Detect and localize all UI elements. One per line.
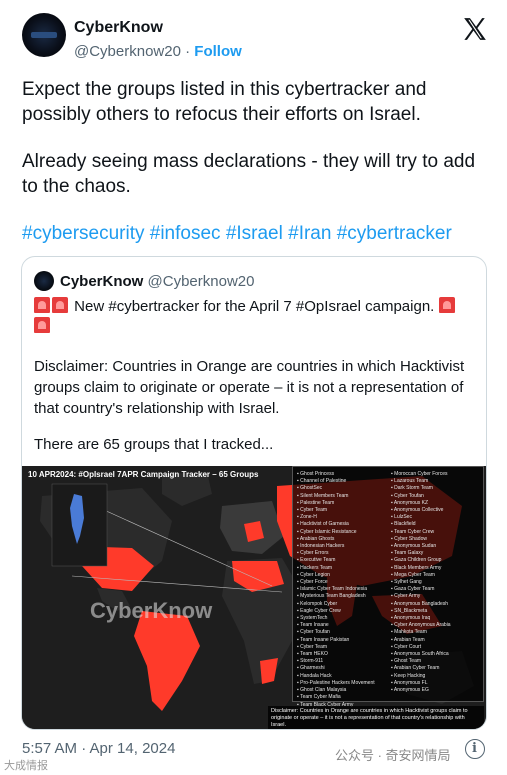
quoted-author-line: CyberKnow @Cyberknow20	[60, 273, 254, 290]
author-avatar[interactable]	[22, 13, 66, 57]
legend-group-item: ▪ Channel of Palestine	[297, 478, 347, 485]
legend-group-item: ▪ Arabian Team	[391, 636, 425, 643]
legend-group-item: ▪ Executive Team	[297, 557, 336, 564]
groups-legend: ▪ Ghost Princess ▪ Channel of Palestine ▪ …	[292, 466, 484, 708]
legend-group-item: ▪ Team Insane Pakistan	[297, 636, 350, 643]
legend-group-item: ▪ Cyber Shadow	[391, 535, 427, 542]
siren-icon	[438, 297, 455, 313]
legend-group-item: ▪ Storm-911	[297, 658, 324, 665]
quoted-disclaimer: Disclaimer: Countries in Orange are coun…	[34, 358, 465, 417]
legend-group-item: ▪ Team Cyber Crew	[391, 528, 435, 535]
quoted-tracked-count: There are 65 groups that I tracked...	[34, 436, 274, 453]
siren-icon	[34, 297, 50, 313]
legend-group-item: ▪ Ghost Princess	[297, 471, 335, 477]
legend-group-item: ▪ Arabian Cyber Team	[391, 665, 440, 672]
follow-button[interactable]: Follow	[194, 43, 242, 60]
legend-group-item: ▪ Dark Storm Team	[391, 485, 433, 492]
legend-group-item: ▪ LulzSec	[391, 514, 412, 521]
legend-group-item: ▪ Moroccan Cyber Forces	[391, 471, 448, 477]
info-icon[interactable]	[465, 739, 485, 759]
legend-group-item: ▪ Cyber Team	[297, 643, 328, 650]
quoted-tweet-card[interactable]: CyberKnow @Cyberknow20 New #cybertracker…	[21, 256, 487, 730]
legend-group-item: ▪ Hacktivist of Garnesia	[297, 521, 349, 528]
legend-group-item: ▪ Zone-H	[297, 514, 317, 521]
legend-group-item: ▪ Cyber Force	[297, 579, 328, 586]
legend-group-item: ▪ SystemTech	[297, 615, 328, 622]
legend-group-item: ▪ Indonesian Hackers	[297, 543, 345, 550]
legend-group-item: ▪ Black Members Army	[391, 564, 442, 571]
legend-group-item: ▪ Team Galaxy	[391, 550, 424, 557]
legend-group-item: ▪ Gaza Children Group	[391, 557, 442, 564]
legend-group-item: ▪ Cyber Army	[391, 593, 421, 600]
legend-group-item: ▪ Gaza Cyber Team	[391, 586, 435, 593]
legend-group-item: ▪ Blackfield	[391, 521, 416, 528]
legend-group-item: ▪ Cyber Islamic Resistance	[297, 528, 357, 535]
legend-group-item: ▪ Hackers Team	[297, 564, 333, 571]
legend-group-item: ▪ Gharmeshi	[297, 665, 325, 672]
legend-group-item: ▪ Anonymous Iraq	[391, 615, 431, 622]
legend-group-item: ▪ Ghost Clan Malaysia	[297, 687, 347, 694]
legend-group-item: ▪ SN_Blackmeta	[391, 607, 428, 614]
legend-group-item: ▪ Handala Hack	[297, 672, 332, 679]
legend-group-item: ▪ Lazarous Team	[391, 478, 429, 485]
legend-column-right: ▪ Moroccan Cyber Forces ▪ Lazarous Team ▪ …	[391, 471, 481, 694]
quoted-author-name: CyberKnow	[60, 273, 144, 290]
legend-group-item: ▪ Cyber Errors	[297, 550, 329, 557]
legend-group-item: ▪ Cyber Court	[391, 643, 422, 650]
legend-group-item: ▪ Anonymous South Africa	[391, 651, 449, 658]
corner-watermark: 大成情报	[4, 760, 48, 772]
legend-group-item: ▪ Cyber Toufan	[297, 629, 330, 636]
legend-group-item: ▪ Islamic Cyber Team Indonesia	[297, 586, 368, 593]
siren-icon	[52, 297, 68, 313]
campaign-tracker-map-image[interactable]: 10 APR2024: #OpIsrael 7APR Campaign Trac…	[22, 466, 486, 729]
legend-group-item: ▪ Anonymous Bangladesh	[391, 600, 449, 607]
legend-group-item: ▪ Cyber Anonymous Arabia	[391, 622, 451, 629]
tweet-paragraph-2: Already seeing mass declarations - they …	[22, 151, 476, 197]
map-watermark: CyberKnow	[90, 598, 213, 623]
map-banner: 10 APR2024: #OpIsrael 7APR Campaign Trac…	[28, 470, 259, 479]
legend-group-item: ▪ Anonymous KZ	[391, 499, 429, 506]
quoted-headline-text: New #cybertracker for the April 7 #OpIsr…	[74, 298, 435, 315]
legend-group-item: ▪ Anonymous Collective	[391, 507, 444, 514]
legend-group-item: ▪ Team Cyber Mafia	[297, 694, 341, 701]
separator-dot: ·	[185, 43, 191, 60]
legend-group-item: ▪ Anonymous FL	[391, 679, 428, 686]
legend-group-item: ▪ Sylhet Gang	[391, 579, 422, 586]
author-handle-line: @Cyberknow20 · Follow	[74, 43, 242, 60]
map-disclaimer: Disclaimer: Countries in Orange are coun…	[268, 706, 484, 729]
legend-group-item: ▪ GhostSec	[297, 485, 323, 492]
legend-group-item: ▪ Ghost Team	[391, 658, 422, 665]
legend-group-item: ▪ Cyber Team	[297, 507, 328, 514]
wechat-watermark: 公众号 · 奇安网情局	[335, 748, 451, 763]
legend-group-item: ▪ Anonymous EG	[391, 687, 429, 694]
legend-group-item: ▪ Eagle Cyber Crew	[297, 607, 341, 614]
legend-group-item: ▪ Mahkota Team	[391, 629, 427, 636]
quoted-tweet-headline: New #cybertracker for the April 7 #OpIsr…	[34, 297, 484, 337]
legend-group-item: ▪ Cyber Toufan	[391, 492, 424, 499]
x-logo-icon[interactable]	[462, 16, 488, 42]
legend-group-item: ▪ Mysterious Team Bangladesh	[297, 593, 366, 600]
siren-icon	[34, 317, 50, 333]
legend-group-item: ▪ Pro-Palestine Hackers Movement	[297, 679, 375, 686]
legend-group-item: ▪ Kelompok Cyber	[297, 600, 338, 607]
tweet-hashtags[interactable]: #cybersecurity #infosec #Israel #Iran #c…	[22, 221, 492, 246]
tweet-paragraph-1: Expect the groups listed in this cybertr…	[22, 79, 427, 125]
legend-column-left: ▪ Ghost Princess ▪ Channel of Palestine ▪ …	[297, 471, 387, 709]
legend-group-item: ▪ Arabian Ghosts	[297, 535, 335, 542]
legend-group-item: ▪ Mega Cyber Team	[391, 571, 435, 578]
legend-group-item: ▪ Palestine Team	[297, 499, 335, 506]
legend-group-item: ▪ Keep Hacking	[391, 672, 426, 679]
author-display-name[interactable]: CyberKnow	[74, 19, 163, 37]
author-handle[interactable]: @Cyberknow20	[74, 43, 181, 60]
legend-group-item: ▪ Anonymous Sudan	[391, 543, 437, 550]
legend-group-item: ▪ Cyber Legion	[297, 571, 330, 578]
quoted-author-handle: @Cyberknow20	[147, 273, 255, 290]
avatar-logo	[31, 32, 57, 38]
legend-group-item: ▪ Team HEKO	[297, 651, 328, 658]
legend-group-item: ▪ Silent Members Team	[297, 492, 349, 499]
tweet-timestamp[interactable]: 5:57 AM · Apr 14, 2024	[22, 740, 175, 757]
quoted-author-avatar	[34, 271, 54, 291]
legend-group-item: ▪ Team Insane	[297, 622, 329, 629]
